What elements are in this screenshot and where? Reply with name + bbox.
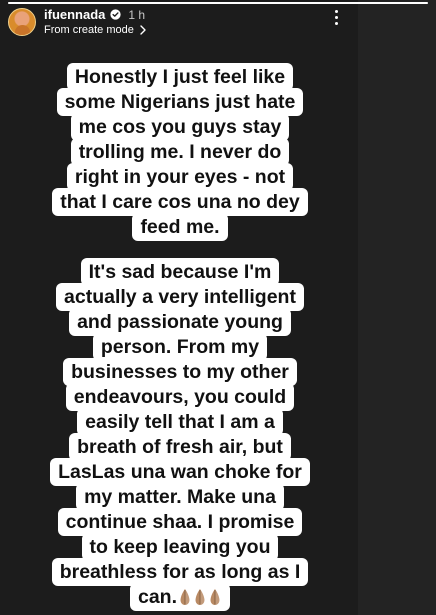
chevron-right-icon — [140, 25, 146, 35]
story-header: ifuennada 1 h From create mode — [8, 6, 147, 38]
text-line: that I care cos una no dey — [52, 188, 308, 216]
avatar[interactable] — [8, 8, 36, 36]
story-canvas: ifuennada 1 h From create mode Honestly … — [0, 0, 436, 615]
story-progress-fill — [8, 2, 428, 4]
text-line: continue shaa. I promise — [57, 508, 303, 536]
text-line: me cos you guys stay — [70, 113, 290, 141]
text-line: Honestly I just feel like — [66, 63, 294, 91]
story-text-block-2: It's sad because I'm actually a very int… — [46, 258, 314, 611]
text-line: endeavours, you could — [65, 383, 295, 411]
story-progress-bar — [8, 2, 428, 4]
text-line: LasLas una wan choke for — [50, 458, 310, 486]
text-line: to keep leaving you — [81, 533, 279, 561]
story-side-panel — [358, 0, 436, 615]
create-mode-label: From create mode — [44, 23, 134, 36]
text-line: It's sad because I'm — [80, 258, 280, 286]
story-text-block-1: Honestly I just feel like some Nigerians… — [46, 63, 314, 241]
text-line: breathless for as long as I — [51, 558, 309, 586]
post-time: 1 h — [128, 7, 146, 22]
text-line: trolling me. I never do — [70, 138, 290, 166]
text-line-last: can. — [129, 583, 231, 611]
text-line: feed me. — [132, 213, 228, 241]
praying-hands-icon-group — [177, 586, 222, 608]
text-line: actually a very intelligent — [56, 283, 304, 311]
text-line: my matter. Make una — [76, 483, 284, 511]
story-meta: ifuennada 1 h From create mode — [44, 7, 147, 37]
verified-badge-icon — [110, 9, 122, 20]
more-options-button[interactable] — [326, 6, 346, 28]
text-line: breath of fresh air, but — [69, 433, 291, 461]
praying-hands-icon — [180, 589, 190, 605]
text-line: some Nigerians just hate — [56, 88, 304, 116]
praying-hands-icon — [210, 589, 220, 605]
praying-hands-icon — [195, 589, 205, 605]
username[interactable]: ifuennada — [44, 7, 105, 22]
text-line: easily tell that I am a — [77, 408, 283, 436]
text-line: person. From my — [92, 333, 268, 361]
text-line: businesses to my other — [63, 358, 297, 386]
more-vertical-icon — [334, 9, 338, 13]
create-mode-link[interactable]: From create mode — [44, 24, 147, 37]
text-line: and passionate young — [69, 308, 291, 336]
text-line: right in your eyes - not — [66, 163, 294, 191]
